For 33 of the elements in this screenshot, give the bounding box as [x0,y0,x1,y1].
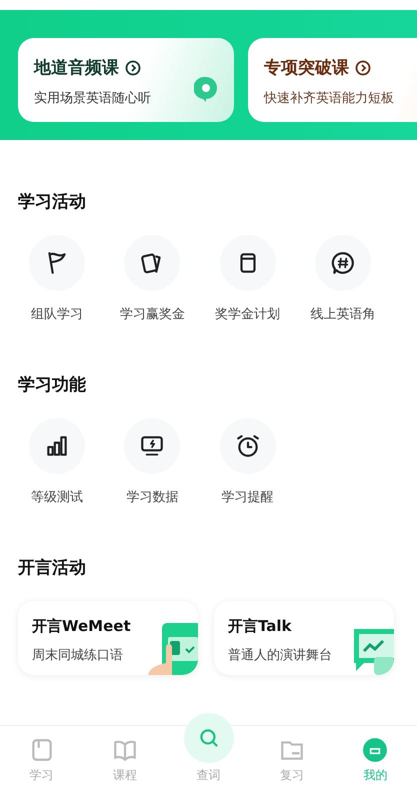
card-title: 地道音频课 [34,57,119,79]
section-title: 学习活动 [18,191,87,213]
course-card[interactable]: 专项突破课 快速补齐英语能力短板 [248,38,417,122]
tab[interactable]: 查词 [166,702,250,792]
card-subtitle: 普通人的演讲舞台 [228,646,333,664]
card-title: 开言WeMeet [32,617,132,636]
event-card[interactable]: 开言Talk 普通人的演讲舞台 [214,601,394,675]
card-subtitle: 实用场景英语随心听 [34,90,152,107]
shortcut-label: 学习赢奖金 [120,306,185,323]
course-card[interactable]: 地道音频课 实用场景英语随心听 [18,38,234,122]
card-title: 专项突破课 [264,57,349,79]
alarm-clock-icon [234,433,260,459]
section-title: 学习功能 [18,374,87,396]
shortcut-label: 组队学习 [31,306,83,323]
chevron-circle-icon [355,60,371,76]
tab[interactable]: 课程 [83,726,167,792]
tab[interactable]: 我的 [334,726,417,792]
section-title: 开言活动 [18,557,87,579]
logo-icon [194,76,218,102]
card-subtitle: 周末同城练口语 [32,647,124,664]
profile-icon [362,737,388,763]
shortcut-label: 学习数据 [126,489,178,506]
tab[interactable]: 学习 [0,726,84,792]
shortcut-label: 等级测试 [31,489,83,506]
card-title: 开言Talk [228,617,293,636]
hashtag-chat-icon [330,250,356,276]
event-card[interactable]: 开言WeMeet 周末同城练口语 [18,601,198,675]
tab[interactable]: 复习 [250,726,334,792]
shortcut-label: 奖学金计划 [215,306,280,323]
shortcut-label: 线上英语角 [310,306,376,323]
shortcut-label: 学习提醒 [222,489,274,506]
chevron-circle-icon [125,60,141,76]
card-subtitle: 快速补齐英语能力短板 [264,90,395,107]
